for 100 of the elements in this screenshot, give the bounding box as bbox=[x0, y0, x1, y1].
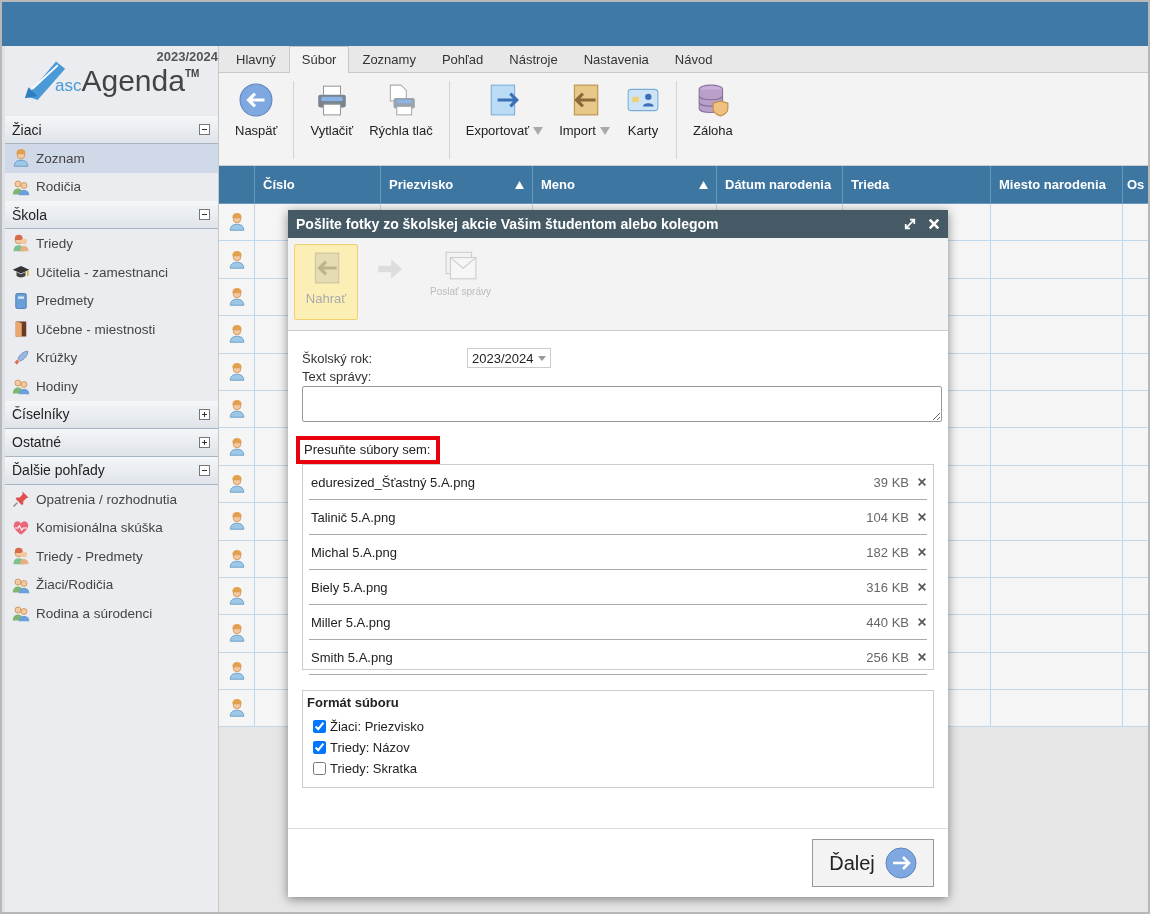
sidebar-item[interactable]: Učitelia - zamestnanci bbox=[5, 257, 218, 287]
remove-icon bbox=[917, 477, 927, 487]
sidebar-item[interactable]: Žiaci/Rodičia bbox=[5, 570, 218, 600]
file-name: Talinič 5.A.png bbox=[311, 509, 397, 525]
menu-tab[interactable]: Zoznamy bbox=[349, 46, 429, 72]
dropdown-caret-icon bbox=[600, 126, 610, 135]
person-icon bbox=[227, 437, 246, 456]
people-icon bbox=[12, 177, 30, 196]
maximize-icon bbox=[904, 218, 916, 230]
person-icon bbox=[227, 587, 246, 606]
remove-icon bbox=[917, 582, 927, 592]
person-icon bbox=[227, 250, 246, 269]
dropdown-caret-icon bbox=[533, 126, 544, 135]
dialog-title: Pošlite fotky zo školskej akcie Vašim študentom alebo kolegom bbox=[296, 216, 719, 232]
drop-zone-label: Presuňte súbory sem: bbox=[296, 436, 441, 464]
checkbox-label: Žiaci: Priezvisko bbox=[330, 719, 424, 734]
person-icon bbox=[12, 149, 30, 168]
caret-icon bbox=[538, 355, 546, 361]
sort-arrow-icon bbox=[699, 180, 708, 189]
person-icon bbox=[227, 699, 246, 718]
sidebar-item[interactable]: Učebne - miestnosti bbox=[5, 314, 218, 344]
toolbar-button[interactable]: Exportovať bbox=[459, 81, 550, 159]
message-field[interactable] bbox=[302, 386, 942, 422]
section-header[interactable]: Žiaci bbox=[5, 116, 218, 144]
menu-tab[interactable]: Nástroje bbox=[496, 46, 571, 72]
menu-tab[interactable]: Pohľad bbox=[428, 46, 497, 72]
sidebar-item[interactable]: Zoznam bbox=[5, 144, 218, 173]
logo-name: Agenda bbox=[81, 64, 185, 98]
column-header[interactable]: Číslo bbox=[255, 166, 381, 204]
book-icon bbox=[12, 291, 30, 310]
sidebar-item[interactable]: Rodina a súrodenci bbox=[5, 599, 218, 628]
sidebar-item[interactable]: Triedy - Predmety bbox=[5, 541, 218, 571]
file-name: Biely 5.A.png bbox=[311, 579, 389, 595]
column-header[interactable]: Dátum narodenia bbox=[717, 166, 843, 204]
sidebar-item[interactable]: Opatrenia / rozhodnutia bbox=[5, 484, 218, 514]
toolbar-button[interactable]: Vytlačiť bbox=[304, 81, 360, 159]
table-cell bbox=[1123, 540, 1148, 578]
toolbar-button[interactable]: Rýchla tlač bbox=[363, 81, 439, 159]
year-dropdown[interactable]: 2023/2024 bbox=[467, 348, 551, 368]
school-year-label: 2023/2024 bbox=[156, 49, 218, 64]
checkbox[interactable] bbox=[313, 762, 326, 775]
table-cell bbox=[1123, 241, 1148, 279]
field-label: Text správy: bbox=[302, 369, 373, 384]
column-header[interactable]: Trieda bbox=[843, 166, 991, 204]
person-icon bbox=[227, 325, 246, 344]
people-icon bbox=[12, 575, 30, 594]
sidebar-item[interactable]: Rodičia bbox=[5, 172, 218, 202]
person-icon bbox=[227, 287, 246, 306]
person-icon bbox=[227, 213, 246, 232]
person-icon bbox=[227, 549, 246, 568]
expand-icon bbox=[199, 408, 210, 420]
column-header[interactable]: Miesto narodenia bbox=[991, 166, 1123, 204]
table-cell bbox=[1123, 690, 1148, 728]
section-header[interactable]: Ostatné bbox=[5, 428, 218, 457]
person-icon bbox=[227, 512, 246, 531]
sidebar-item[interactable]: Komisionálna skúška bbox=[5, 513, 218, 542]
envelope-icon bbox=[443, 250, 478, 280]
menu-tab[interactable]: Nastavenia bbox=[570, 46, 662, 72]
person-icon bbox=[227, 661, 246, 680]
table-cell bbox=[1123, 615, 1148, 653]
remove-icon bbox=[917, 512, 927, 522]
people-icon bbox=[12, 377, 30, 396]
sidebar-item[interactable]: Predmety bbox=[5, 286, 218, 315]
toolbar-button[interactable]: Naspäť bbox=[229, 81, 284, 159]
checkbox-label: Triedy: Názov bbox=[330, 740, 410, 755]
person-icon bbox=[227, 400, 246, 419]
checkbox[interactable] bbox=[313, 720, 326, 733]
sidebar-item[interactable]: Krúžky bbox=[5, 343, 218, 373]
people-icon bbox=[12, 547, 30, 566]
remove-icon bbox=[917, 617, 927, 627]
table-cell bbox=[1123, 390, 1148, 429]
sidebar-item[interactable]: Hodiny bbox=[5, 372, 218, 401]
column-header[interactable]: Priezvisko bbox=[381, 166, 533, 204]
file-size: 256 KB bbox=[866, 649, 909, 665]
section-header[interactable]: Škola bbox=[5, 201, 218, 230]
file-size: 182 KB bbox=[866, 544, 909, 560]
menu-tab[interactable]: Hlavný bbox=[223, 46, 289, 72]
pushpin-icon bbox=[12, 490, 30, 509]
toolbar-button[interactable]: Záloha bbox=[687, 81, 739, 159]
toolbar-button[interactable]: Karty bbox=[620, 81, 666, 159]
file-name: Michal 5.A.png bbox=[311, 544, 398, 560]
next-button[interactable]: Ďalej bbox=[812, 839, 934, 887]
table-cell bbox=[1123, 316, 1148, 354]
sidebar-item[interactable]: Triedy bbox=[5, 229, 218, 258]
people-icon bbox=[12, 604, 30, 623]
checkbox[interactable] bbox=[313, 741, 326, 754]
close-icon bbox=[928, 218, 940, 230]
section-header[interactable]: Ďalšie pohľady bbox=[5, 456, 218, 485]
menu-tab[interactable]: Návod bbox=[661, 46, 726, 72]
logo-prefix: asc bbox=[55, 76, 82, 95]
menu-tab[interactable]: Súbor bbox=[288, 46, 350, 73]
remove-icon bbox=[917, 652, 927, 662]
toolbar-button[interactable]: Import bbox=[553, 81, 616, 159]
sort-arrow-icon bbox=[515, 180, 524, 189]
field-label: Školský rok: bbox=[302, 350, 374, 366]
file-size: 316 KB bbox=[866, 579, 909, 595]
table-cell bbox=[1123, 503, 1148, 541]
column-header[interactable]: Meno bbox=[533, 166, 717, 204]
person-icon bbox=[227, 474, 246, 493]
section-header[interactable]: Číselníky bbox=[5, 400, 218, 429]
